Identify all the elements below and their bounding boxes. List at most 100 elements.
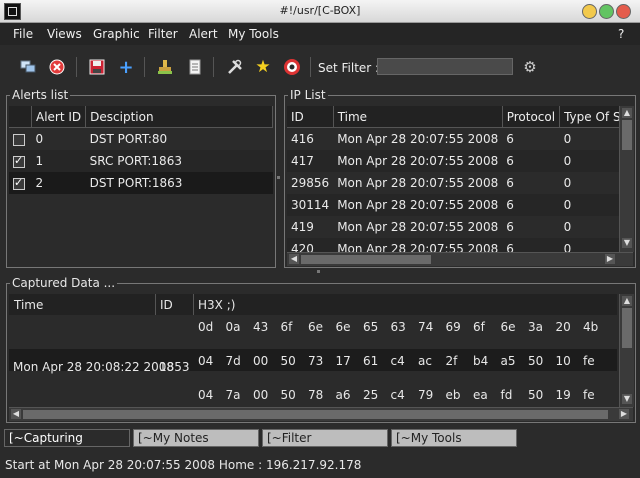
alerts-column-id[interactable]: Alert ID: [31, 106, 87, 128]
monitors-icon[interactable]: [19, 58, 37, 76]
scroll-up-arrow-icon[interactable]: ▲: [622, 108, 632, 118]
tools-icon[interactable]: [226, 58, 244, 76]
toolbar-separator: [310, 57, 311, 77]
alert-id: 1: [31, 150, 86, 172]
menu-bar: File Views Graphic Filter Alert My Tools…: [0, 23, 640, 45]
menu-filter[interactable]: Filter: [148, 27, 178, 41]
hex-byte: 79: [418, 388, 434, 402]
tab-my-notes[interactable]: [~My Notes: [133, 429, 259, 447]
tab-capturing[interactable]: [~Capturing: [4, 429, 130, 447]
scroll-down-arrow-icon[interactable]: ▼: [622, 394, 632, 404]
ip-row[interactable]: 416 Mon Apr 28 20:07:55 2008 6 0: [287, 128, 619, 151]
alert-checkbox[interactable]: [13, 176, 25, 190]
stamp-icon[interactable]: [156, 58, 174, 76]
alert-id: 2: [31, 172, 86, 194]
menu-views[interactable]: Views: [47, 27, 82, 41]
ip-column-tos[interactable]: Type Of Service: [559, 106, 619, 128]
scroll-up-arrow-icon[interactable]: ▲: [622, 296, 632, 306]
ip-row[interactable]: 419 Mon Apr 28 20:07:55 2008 6 0: [287, 216, 619, 238]
hex-byte: 6e: [335, 320, 351, 334]
vertical-splitter-handle[interactable]: [277, 176, 280, 179]
hex-byte: ac: [418, 354, 432, 368]
alert-row[interactable]: 1 SRC PORT:1863: [9, 150, 273, 172]
toolbar: + ★ Set Filter : ⚙: [0, 46, 640, 88]
hex-byte: 17: [335, 354, 351, 368]
ip-time: Mon Apr 28 20:07:55 2008: [337, 132, 499, 146]
maximize-button[interactable]: [599, 4, 614, 19]
ip-row[interactable]: 420 Mon Apr 28 20:07:55 2008 6 0: [287, 238, 619, 252]
menu-my-tools[interactable]: My Tools: [228, 27, 279, 41]
alert-checkbox[interactable]: [13, 154, 25, 168]
scroll-right-arrow-icon[interactable]: ▶: [605, 254, 615, 264]
ip-time: Mon Apr 28 20:07:55 2008: [337, 220, 499, 234]
hex-byte: 6e: [308, 320, 324, 334]
captured-vertical-scrollbar[interactable]: ▲ ▼: [619, 294, 634, 407]
document-icon[interactable]: [186, 58, 204, 76]
hex-byte: 2f: [445, 354, 458, 368]
hex-byte: 00: [253, 354, 269, 368]
hex-byte: 73: [308, 354, 324, 368]
scroll-down-arrow-icon[interactable]: ▼: [622, 238, 632, 248]
stop-icon[interactable]: [48, 58, 66, 76]
hex-byte: 4b: [583, 320, 599, 334]
menu-alert[interactable]: Alert: [189, 27, 218, 41]
scroll-right-arrow-icon[interactable]: ▶: [619, 409, 629, 419]
hex-byte: 63: [390, 320, 406, 334]
hex-byte: 10: [555, 354, 571, 368]
lifebuoy-icon[interactable]: [283, 58, 301, 76]
hex-byte: 74: [418, 320, 434, 334]
ip-tos: 0: [559, 194, 619, 216]
menu-graphic[interactable]: Graphic: [93, 27, 140, 41]
ip-column-id[interactable]: ID: [287, 106, 334, 128]
alert-row[interactable]: 2 DST PORT:1863: [9, 172, 273, 194]
hex-byte: 61: [363, 354, 379, 368]
ip-row[interactable]: 417 Mon Apr 28 20:07:55 2008 6 0: [287, 150, 619, 172]
scroll-thumb[interactable]: [301, 255, 431, 264]
alert-checkbox[interactable]: [13, 133, 25, 146]
hex-byte: fe: [583, 354, 595, 368]
set-filter-input[interactable]: [377, 58, 513, 75]
scroll-left-arrow-icon[interactable]: ◀: [11, 409, 21, 419]
tab-filter[interactable]: [~Filter: [262, 429, 388, 447]
captured-column-id[interactable]: ID: [160, 298, 173, 312]
captured-data-panel: Captured Data ... Time ID H3X ;) Mon Apr…: [6, 276, 636, 423]
alert-row[interactable]: 0 DST PORT:80: [9, 128, 273, 151]
hex-byte: 69: [445, 320, 461, 334]
scroll-thumb[interactable]: [622, 120, 632, 150]
scroll-thumb[interactable]: [23, 410, 608, 419]
minimize-button[interactable]: [582, 4, 597, 19]
menu-help[interactable]: ?: [618, 27, 624, 41]
horizontal-splitter-handle[interactable]: [317, 270, 320, 273]
close-window-button[interactable]: [616, 4, 631, 19]
ip-protocol: 6: [506, 132, 514, 146]
ip-list-horizontal-scrollbar[interactable]: ◀ ▶: [287, 252, 633, 266]
captured-column-hex[interactable]: H3X ;): [198, 298, 235, 312]
star-icon[interactable]: ★: [254, 57, 272, 77]
hex-byte: 00: [253, 388, 269, 402]
scroll-thumb[interactable]: [622, 308, 632, 348]
hex-row[interactable]: 04 7a 00 50 78 a6 25 c4 79 eb ea fd 50 19 fe: [9, 383, 617, 405]
captured-data-title: Captured Data ...: [10, 276, 118, 290]
ip-column-protocol[interactable]: Protocol: [502, 106, 561, 128]
captured-header: Time ID H3X ;): [9, 294, 617, 316]
tab-my-tools[interactable]: [~My Tools: [391, 429, 517, 447]
hex-byte: 0d: [198, 320, 214, 334]
ip-list-vertical-scrollbar[interactable]: ▲ ▼: [619, 106, 634, 252]
ip-row[interactable]: 29856 Mon Apr 28 20:07:55 2008 6 0: [287, 172, 619, 194]
alerts-table: Alert ID Desciption 0 DST PORT:80 1 SRC …: [9, 106, 273, 194]
ip-row[interactable]: 30114 Mon Apr 28 20:07:55 2008 6 0: [287, 194, 619, 216]
save-icon[interactable]: [88, 58, 106, 76]
captured-column-time[interactable]: Time: [14, 298, 43, 312]
add-icon[interactable]: +: [117, 57, 135, 78]
ip-id: 416: [291, 132, 314, 146]
captured-horizontal-scrollbar[interactable]: ◀ ▶: [9, 407, 633, 421]
hex-byte: eb: [445, 388, 461, 402]
gear-icon[interactable]: ⚙: [521, 58, 539, 76]
ip-table: ID Time Protocol Type Of Service 416 Mon…: [287, 106, 619, 252]
menu-file[interactable]: File: [13, 27, 33, 41]
ip-column-time[interactable]: Time: [333, 106, 503, 128]
alerts-column-description[interactable]: Desciption: [85, 106, 273, 128]
hex-byte: fd: [500, 388, 513, 402]
hex-row[interactable]: 0d 0a 43 6f 6e 6e 65 63 74 69 6f 6e 3a 20 4b: [9, 315, 617, 337]
scroll-left-arrow-icon[interactable]: ◀: [289, 254, 299, 264]
